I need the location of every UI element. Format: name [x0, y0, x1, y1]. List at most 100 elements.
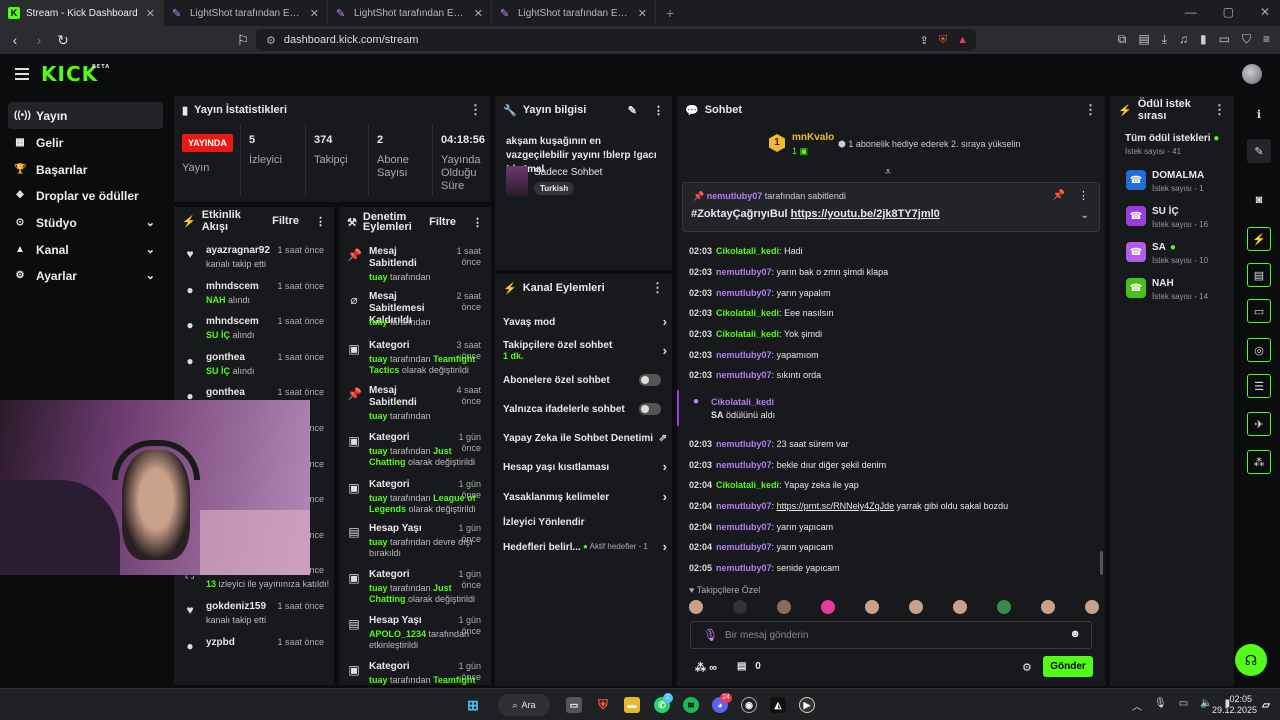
share-icon[interactable]: ⇪ — [920, 34, 929, 47]
user-avatar[interactable] — [1242, 64, 1262, 84]
collapse-icon[interactable]: ⩡ — [885, 166, 891, 179]
brave-rewards-icon[interactable]: ▲ — [957, 34, 968, 47]
chat-username[interactable]: nemutluby07 — [716, 563, 772, 573]
bookmark-icon[interactable]: ⚐ — [232, 32, 254, 49]
chat-username[interactable]: nemutluby07 — [716, 501, 772, 511]
back-icon[interactable]: ‹ — [4, 32, 26, 48]
more-icon[interactable]: ⋮ — [651, 280, 664, 296]
wrench-icon[interactable]: ✈ — [1247, 412, 1271, 436]
chat-username[interactable]: nemutluby07 — [716, 542, 772, 552]
toggle-switch[interactable] — [639, 403, 661, 415]
channel-action-row[interactable]: Hesap yaşı kısıtlaması › — [503, 459, 667, 474]
points-icon[interactable]: ⁂ — [1247, 450, 1271, 474]
sidebar-item-6[interactable]: ⚙ Ayarlar ⌄ — [8, 262, 163, 289]
reward-item[interactable]: ☎ SA ● İstek sayısı - 10 — [1126, 242, 1234, 272]
close-icon[interactable]: ✕ — [638, 7, 647, 20]
wallet-icon[interactable]: ▭ — [1219, 32, 1230, 47]
sidebar-toggle-icon[interactable]: ▮ — [1200, 32, 1207, 47]
event-username[interactable]: yzpbd — [206, 637, 235, 648]
tab-stream[interactable]: K Stream - Kick Dashboard ✕ — [0, 0, 164, 26]
clock[interactable]: 02:05 29.12.2025 — [1212, 694, 1257, 716]
chatter-avatar[interactable] — [997, 600, 1011, 614]
channel-action-row[interactable]: İzleyici Yönlendir — [503, 517, 667, 528]
channel-action-row[interactable]: Yapay Zeka ile Sohbet Denetimi ⇗ — [503, 433, 667, 444]
document-icon[interactable]: ▤ — [1247, 263, 1271, 287]
channel-action-row[interactable]: Yalnızca ifadelerle sohbet — [503, 403, 667, 415]
reload-icon[interactable]: ↻ — [52, 32, 74, 49]
brave-shield-icon[interactable]: ⛨ — [939, 34, 947, 47]
sidebar-item-3[interactable]: ❖ Droplar ve ödüller — [8, 182, 163, 209]
chat-username[interactable]: nemutluby07 — [716, 288, 772, 298]
chatter-avatar[interactable] — [821, 600, 835, 614]
chat-username[interactable]: nemutluby07 — [716, 522, 772, 532]
file-explorer-icon[interactable]: ▬ — [624, 697, 640, 713]
send-button[interactable]: Gönder — [1043, 656, 1093, 677]
menu-icon[interactable]: ≡ — [1263, 32, 1270, 47]
notification-icon[interactable]: ▱ — [1258, 697, 1274, 713]
sidebar-item-2[interactable]: 🏆 Başarılar — [8, 156, 163, 183]
tab-lightshot-2[interactable]: ✎ LightShot tarafından Ekran Görüntüsü ✕ — [328, 0, 492, 26]
toggle-switch[interactable] — [639, 374, 661, 386]
menu-icon[interactable] — [15, 68, 29, 80]
top-gifter-name[interactable]: mnKvalo — [792, 132, 834, 143]
reader-icon[interactable]: ▤ — [1138, 32, 1149, 47]
task-view-icon[interactable]: ▭ — [566, 697, 582, 713]
chatter-avatar[interactable] — [909, 600, 923, 614]
site-info-icon[interactable]: ⚙ — [266, 34, 276, 47]
steam-icon[interactable]: ◉ — [741, 697, 757, 713]
sidebar-item-0[interactable]: ((•)) Yayın — [8, 102, 163, 129]
chevron-down-icon[interactable]: ⌄ — [1081, 210, 1089, 221]
camera-icon[interactable]: ◙ — [1247, 188, 1271, 212]
event-username[interactable]: gonthea — [206, 352, 245, 363]
pinned-link[interactable]: https://youtu.be/2jk8TY7jml0 — [791, 208, 940, 220]
media-player-icon[interactable]: ▶ — [799, 697, 815, 713]
chat-link[interactable]: https://prnt.sc/RNNely4ZqJde — [777, 501, 895, 511]
more-icon[interactable]: ⋮ — [469, 102, 482, 118]
chat-icon[interactable]: ▭ — [1247, 299, 1271, 323]
taskbar-search[interactable]: ⌕ Ara — [498, 694, 550, 716]
maximize-icon[interactable]: ▢ — [1223, 5, 1234, 19]
chatter-avatar[interactable] — [733, 600, 747, 614]
close-icon[interactable]: ✕ — [474, 7, 483, 20]
minimize-icon[interactable]: — — [1185, 5, 1197, 19]
chat-username[interactable]: Cikolatali_kedi — [716, 329, 779, 339]
network-icon[interactable]: ▭ — [1179, 698, 1188, 713]
chat-scrollbar[interactable] — [1100, 551, 1103, 575]
tray-chevron-icon[interactable]: ︿ — [1132, 698, 1142, 713]
download-icon[interactable]: ⤓ — [1162, 32, 1167, 47]
chatter-avatar[interactable] — [1085, 600, 1099, 614]
chat-username[interactable]: nemutluby07 — [716, 350, 772, 360]
reward-item[interactable]: ☎ NAH İstek sayısı - 14 — [1126, 278, 1234, 308]
chat-username[interactable]: Cikolatali_kedi — [716, 246, 779, 256]
more-icon[interactable]: ⋮ — [1213, 102, 1226, 118]
channel-action-row[interactable]: Takipçilere özel sohbet 1 dk. › — [503, 340, 667, 361]
chatter-avatar[interactable] — [865, 600, 879, 614]
channel-action-row[interactable]: Yasaklanmış kelimeler › — [503, 489, 667, 504]
mic-icon[interactable]: 🎙 — [703, 628, 718, 642]
brave-icon[interactable]: ⛨ — [595, 697, 611, 713]
music-icon[interactable]: ♫ — [1179, 32, 1188, 47]
reward-item[interactable]: ☎ DOMALMA İstek sayısı - 1 — [1126, 170, 1234, 200]
channel-points[interactable]: ⁂ ∞ — [695, 661, 717, 674]
sidebar-item-4[interactable]: ⊙ Stüdyo ⌄ — [8, 209, 163, 236]
tab-lightshot-3[interactable]: ✎ LightShot tarafından Ekran Görüntüsü ✕ — [492, 0, 656, 26]
more-icon[interactable]: ⋮ — [653, 104, 664, 117]
close-window-icon[interactable]: ✕ — [1260, 5, 1270, 19]
chat-username[interactable]: nemutluby07 — [716, 460, 772, 470]
bolt-icon[interactable]: ⚡ — [1247, 227, 1271, 251]
reward-item[interactable]: ☎ SU İÇ İstek sayısı - 16 — [1126, 206, 1234, 236]
more-icon[interactable]: ⋮ — [472, 216, 483, 229]
sidebar-item-1[interactable]: ▦ Gelir — [8, 129, 163, 156]
filter-button[interactable]: Filtre — [272, 215, 299, 227]
chatter-avatar[interactable] — [777, 600, 791, 614]
sidebar-item-5[interactable]: ▲ Kanal ⌄ — [8, 236, 163, 263]
chat-settings-icon[interactable]: ⚙ — [1022, 661, 1032, 674]
more-icon[interactable]: ⋮ — [1078, 189, 1089, 202]
vpn-icon[interactable]: ⛉ — [1242, 32, 1251, 47]
channel-action-row[interactable]: Abonelere özel sohbet — [503, 374, 667, 386]
chatter-avatar[interactable] — [689, 600, 703, 614]
tab-lightshot-1[interactable]: ✎ LightShot tarafından Ekran Görüntüsü ✕ — [164, 0, 328, 26]
event-username[interactable]: gokdeniz159 — [206, 601, 266, 612]
close-icon[interactable]: ✕ — [146, 7, 155, 20]
forward-icon[interactable]: › — [28, 32, 50, 48]
